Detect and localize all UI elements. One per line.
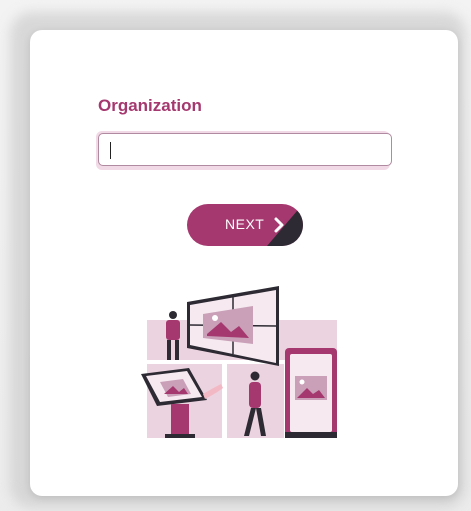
organization-label: Organization <box>98 96 202 115</box>
person-left-body <box>166 320 180 340</box>
chevron-right-icon <box>274 217 284 233</box>
organization-field-focus-ring <box>96 131 392 170</box>
organization-input[interactable] <box>98 133 392 166</box>
person-left-head <box>169 311 177 319</box>
text-caret <box>110 142 111 159</box>
kiosk-stand <box>171 404 189 438</box>
person-walking-head <box>250 371 260 381</box>
digital-signage-illustration <box>141 286 337 438</box>
next-button[interactable]: NEXT <box>187 204 303 246</box>
person-walking-body <box>249 382 261 408</box>
next-button-label: NEXT <box>225 216 265 232</box>
login-card: Organization NEXT <box>30 30 458 496</box>
